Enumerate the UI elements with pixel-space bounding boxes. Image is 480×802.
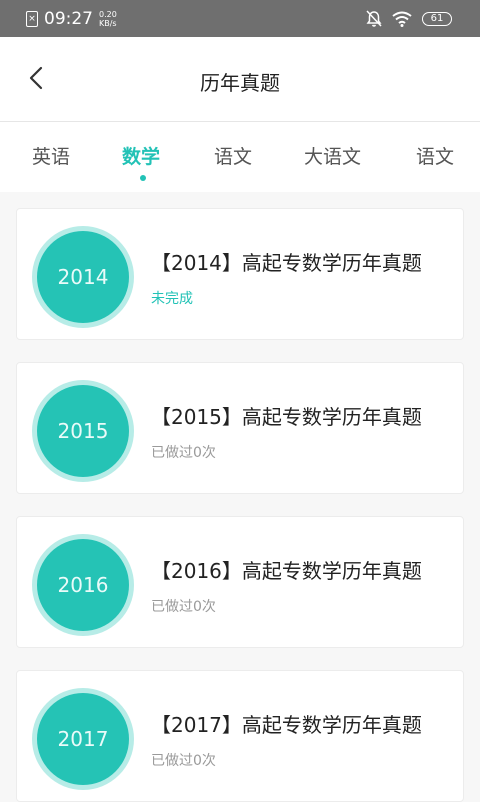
paper-title: 【2017】高起专数学历年真题	[151, 713, 422, 737]
paper-card-2017[interactable]: 2017 【2017】高起专数学历年真题 已做过0次	[16, 670, 464, 802]
year-badge: 2017	[37, 693, 129, 785]
subject-tabs: 英语 数学 语文 大语文 语文	[0, 122, 480, 192]
paper-title: 【2016】高起专数学历年真题	[151, 559, 422, 583]
wifi-icon	[392, 11, 412, 27]
tab-chinese-2[interactable]: 语文	[416, 142, 454, 169]
paper-card-2014[interactable]: 2014 【2014】高起专数学历年真题 未完成	[16, 208, 464, 340]
paper-title: 【2015】高起专数学历年真题	[151, 405, 422, 429]
sim-off-icon: ×	[26, 10, 38, 27]
network-speed-value: 0.20	[99, 9, 117, 19]
year-badge: 2016	[37, 539, 129, 631]
paper-card-2015[interactable]: 2015 【2015】高起专数学历年真题 已做过0次	[16, 362, 464, 494]
paper-status: 已做过0次	[151, 445, 216, 461]
network-speed-unit: KB/s	[99, 18, 117, 28]
tab-english[interactable]: 英语	[32, 142, 70, 169]
year-badge: 2015	[37, 385, 129, 477]
tab-chinese[interactable]: 语文	[214, 142, 252, 169]
battery-icon: 61	[422, 11, 452, 26]
year-badge: 2014	[37, 231, 129, 323]
network-speed: 0.20 KB/s	[99, 10, 117, 28]
app-header: 历年真题	[0, 37, 480, 122]
paper-status: 未完成	[151, 291, 193, 307]
paper-status: 已做过0次	[151, 599, 216, 615]
active-tab-indicator	[140, 175, 146, 181]
page-title: 历年真题	[200, 71, 280, 95]
tab-math[interactable]: 数学	[122, 142, 160, 169]
paper-status: 已做过0次	[151, 753, 216, 769]
status-bar: × 09:27 0.20 KB/s 61	[0, 0, 480, 37]
tab-big-chinese[interactable]: 大语文	[304, 142, 361, 169]
status-time: 09:27	[44, 8, 93, 29]
paper-card-2016[interactable]: 2016 【2016】高起专数学历年真题 已做过0次	[16, 516, 464, 648]
notifications-muted-icon	[366, 9, 382, 27]
paper-title: 【2014】高起专数学历年真题	[151, 251, 422, 275]
